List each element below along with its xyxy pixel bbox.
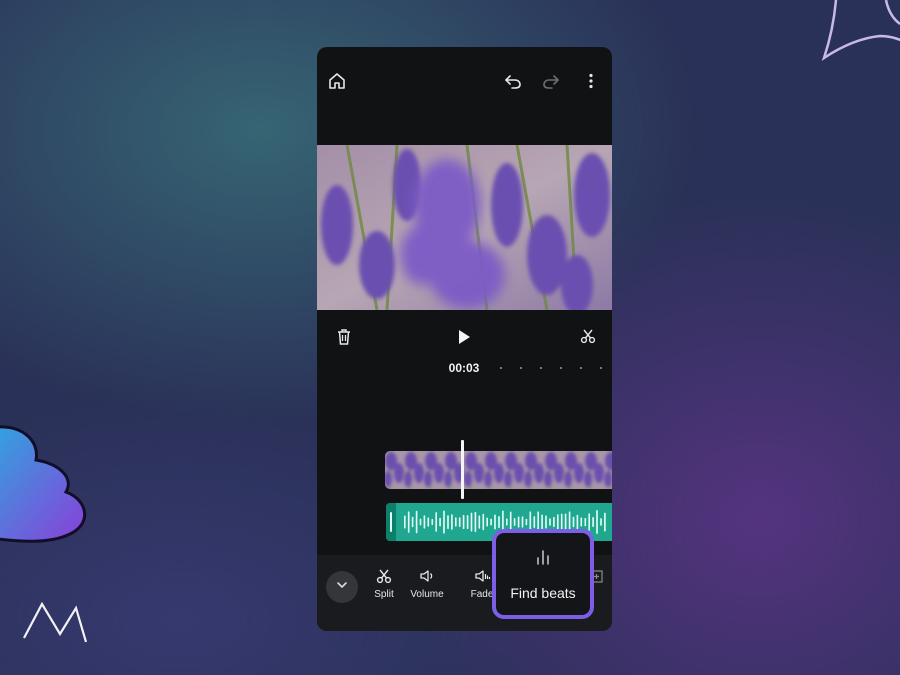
timeline-tick [540,367,542,369]
volume-icon [402,567,452,585]
find-beats-button[interactable]: Find beats [492,529,594,619]
redo-icon[interactable] [539,69,563,93]
undo-icon[interactable] [501,69,525,93]
play-icon[interactable] [454,327,474,352]
timeline-tick [520,367,522,369]
volume-tool[interactable]: Volume [402,567,452,600]
timeline-tick [500,367,502,369]
timeline-tick [560,367,562,369]
video-clip-track[interactable] [385,451,612,489]
timecode: 00:03 [448,361,480,375]
more-vertical-icon[interactable] [579,69,603,93]
audio-track-handle[interactable] [386,503,396,541]
timeline-tick [600,367,602,369]
video-preview[interactable] [317,145,612,310]
scissors-icon[interactable] [579,327,597,350]
decorative-cloud-shape [0,425,87,543]
beats-icon [533,547,553,572]
playhead[interactable] [461,440,464,499]
decorative-star-shape [821,0,900,62]
trash-icon[interactable] [334,327,354,352]
volume-label: Volume [410,589,444,600]
home-icon[interactable] [325,69,349,93]
lavender-field-image [317,145,612,310]
chevron-down-icon [335,578,349,597]
find-beats-label: Find beats [510,585,576,601]
video-thumbnails [385,451,612,489]
timeline-tick [580,367,582,369]
decorative-zigzag-shape [23,601,88,643]
collapse-button[interactable] [326,571,358,603]
